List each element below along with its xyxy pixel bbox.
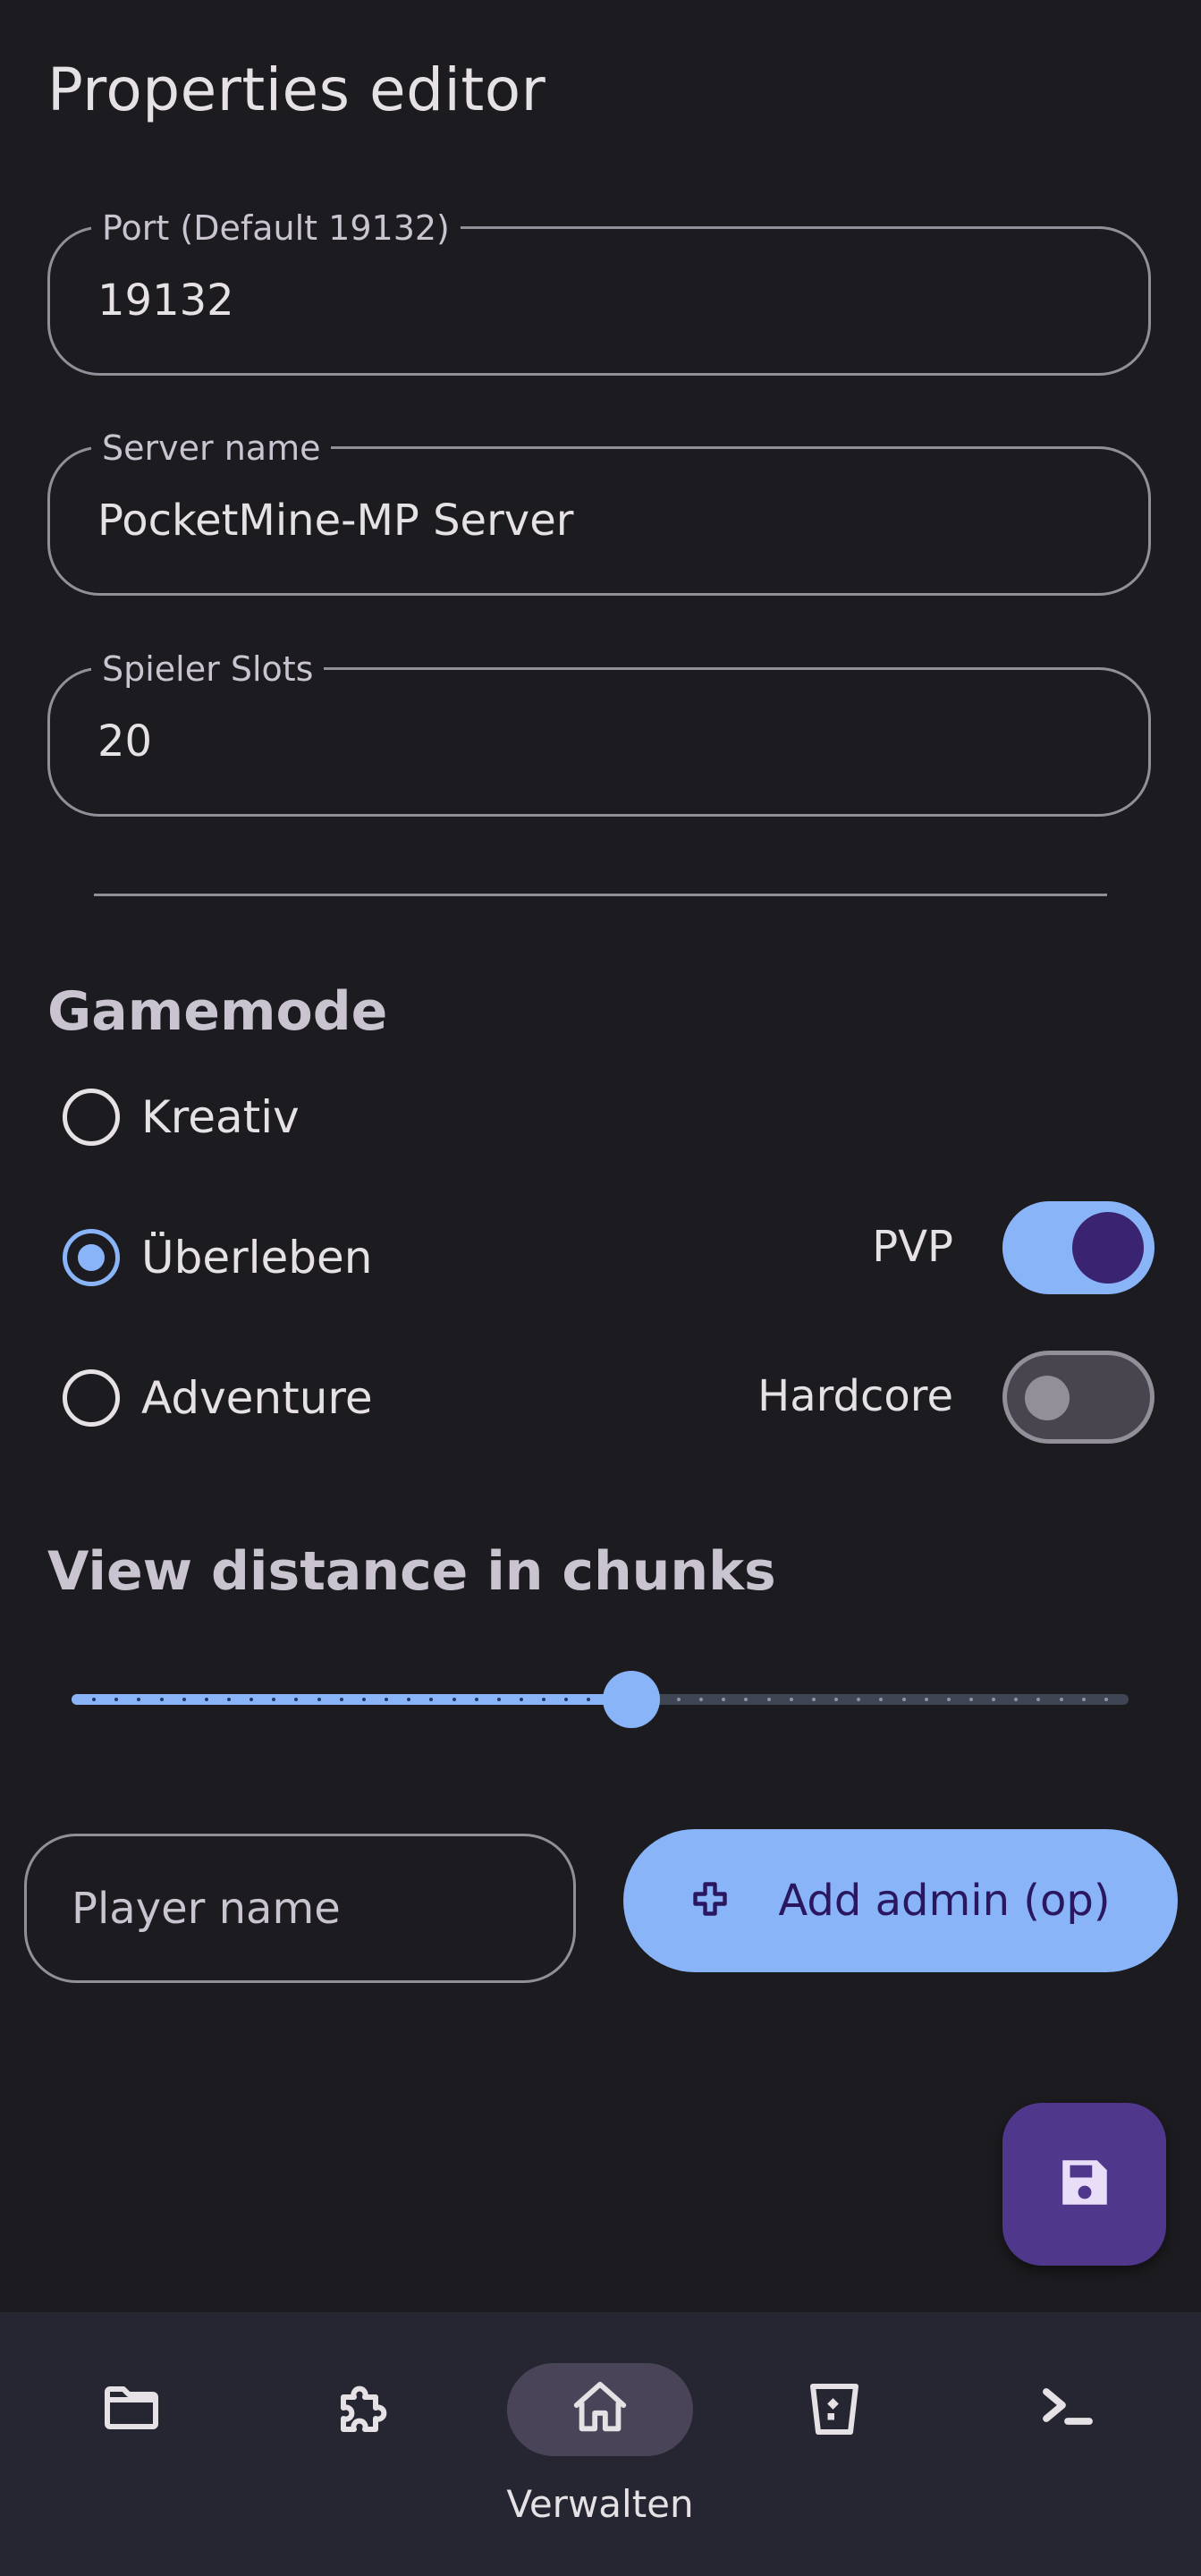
slider-tick [520,1698,523,1701]
slider-tick [114,1698,118,1701]
gamemode-option-adventure[interactable]: Adventure [63,1366,373,1430]
puzzle-icon [333,2376,397,2444]
pvp-switch[interactable] [1002,1201,1154,1294]
radio-button-selected[interactable] [63,1229,120,1286]
slider-tick [542,1698,546,1701]
slider-tick [407,1698,410,1701]
slider-tick [294,1698,298,1701]
radio-button[interactable] [63,1369,120,1427]
trash-icon [802,2376,867,2444]
slider-tick [317,1698,321,1701]
nav-item-trash[interactable] [745,2312,924,2576]
slider-thumb[interactable] [603,1671,660,1728]
nav-icon-container [741,2363,927,2456]
slider-tick [475,1698,478,1701]
server-name-input[interactable] [97,449,1081,593]
nav-icon-container [975,2363,1161,2456]
player-slots-input[interactable] [97,670,1081,814]
slider-tick [137,1698,140,1701]
slider-tick [677,1698,681,1701]
save-button[interactable] [1002,2103,1166,2266]
nav-item-manage[interactable]: Verwalten [506,2312,694,2576]
slider-tick [1014,1698,1018,1701]
server-name-field[interactable]: Server name [47,426,1151,596]
slider-tick [385,1698,388,1701]
pvp-label: PVP [872,1222,953,1272]
slider-tick [790,1698,793,1701]
slider-active-track [72,1694,631,1705]
nav-item-label: Verwalten [506,2482,694,2526]
port-field[interactable]: Port (Default 19132) [47,206,1151,376]
slider-tick [92,1698,96,1701]
bottom-navigation: Verwalten [0,2312,1201,2576]
slider-tick [564,1698,568,1701]
slider-tick [722,1698,725,1701]
gamemode-option-kreativ[interactable]: Kreativ [63,1085,300,1149]
nav-icon-container [272,2363,458,2456]
slider-tick [834,1698,838,1701]
switch-thumb [1072,1212,1144,1284]
nav-icon-container-active [507,2363,693,2456]
slider-tick [250,1698,253,1701]
slider-tick [767,1698,771,1701]
save-icon [1055,2153,1114,2216]
player-name-field[interactable] [24,1834,576,1983]
player-name-input[interactable] [72,1836,537,1980]
slider-tick [160,1698,164,1701]
nav-icon-container [38,2363,224,2456]
home-icon [569,2377,631,2443]
slider-tick [272,1698,275,1701]
slider-tick [1104,1698,1108,1701]
view-distance-slider[interactable] [72,1671,1129,1728]
add-icon [690,1879,730,1922]
slider-tick [699,1698,703,1701]
radio-button[interactable] [63,1089,120,1146]
terminal-icon [1036,2376,1100,2444]
slider-tick [812,1698,816,1701]
slider-tick [1082,1698,1086,1701]
gamemode-title: Gamemode [47,980,388,1043]
slider-tick [340,1698,343,1701]
slider-tick [925,1698,928,1701]
view-distance-title: View distance in chunks [47,1540,776,1603]
gamemode-option-ueberleben[interactable]: Überleben [63,1225,373,1290]
slider-tick [879,1698,883,1701]
slider-tick [429,1698,433,1701]
switch-thumb [1025,1376,1070,1420]
divider [94,894,1107,896]
nav-item-console[interactable] [978,2312,1157,2576]
player-slots-field[interactable]: Spieler Slots [47,647,1151,817]
slider-tick [1036,1698,1040,1701]
slider-tick [182,1698,186,1701]
radio-label: Adventure [141,1372,373,1424]
port-input[interactable] [97,229,1081,373]
slider-tick [902,1698,906,1701]
slider-tick [992,1698,995,1701]
hardcore-label: Hardcore [757,1371,953,1421]
slider-tick [227,1698,231,1701]
nav-item-plugins[interactable] [275,2312,454,2576]
slider-tick [969,1698,973,1701]
slider-tick [744,1698,748,1701]
add-admin-button[interactable]: Add admin (op) [623,1829,1178,1972]
radio-label: Überleben [141,1232,373,1284]
hardcore-switch[interactable] [1002,1351,1154,1444]
slider-tick [362,1698,366,1701]
page-title: Properties editor [47,55,546,124]
folder-icon [99,2376,164,2444]
slider-tick [205,1698,208,1701]
slider-tick [947,1698,951,1701]
radio-label: Kreativ [141,1091,300,1143]
slider-tick [857,1698,860,1701]
add-admin-label: Add admin (op) [778,1876,1111,1926]
nav-item-files[interactable] [42,2312,221,2576]
slider-tick [1060,1698,1063,1701]
slider-tick [452,1698,456,1701]
slider-tick [497,1698,501,1701]
slider-tick [587,1698,590,1701]
